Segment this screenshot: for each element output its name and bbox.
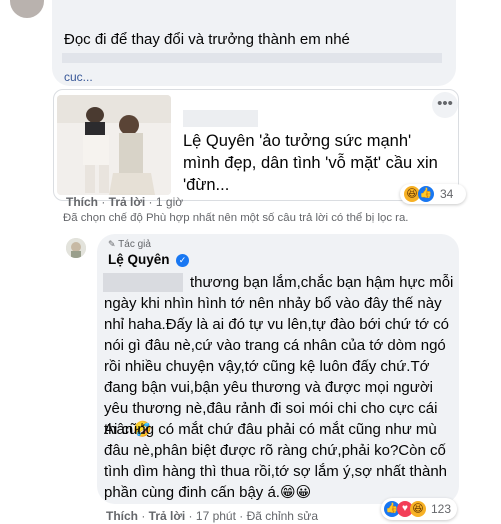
reaction-count: 34 [440, 187, 454, 201]
reply-reaction-count: 123 [431, 502, 452, 516]
reply-timestamp[interactable]: 17 phút [196, 509, 236, 523]
reply-text-paragraph-2: Ai cũng có mắt chứ đâu phải có mắt cũng … [104, 421, 448, 501]
redacted-link-text [62, 53, 442, 63]
author-name[interactable]: Lệ Quyên [108, 252, 170, 267]
reply-text-paragraph-1: thương bạn lắm,chắc bạn hậm hực mỗi ngày… [104, 274, 454, 438]
filter-note: Đã chọn chế độ Phù hợp nhất nên một số c… [63, 212, 409, 224]
reply-like-link[interactable]: Thích [106, 509, 138, 523]
reply-actions: Thích · Trả lời · 17 phút · Đã chỉnh sửa [106, 509, 318, 523]
separator: · [138, 509, 149, 523]
reply-reply-link[interactable]: Trả lời [149, 509, 186, 523]
separator: · [235, 509, 247, 523]
author-badge-label: Tác giả [118, 239, 151, 250]
author-avatar[interactable] [66, 238, 86, 258]
separator: · [185, 509, 196, 523]
reply-link[interactable]: Trả lời [109, 195, 146, 209]
reaction-summary[interactable]: 😆 👍 34 [400, 184, 466, 204]
author-badge-icon: ✎ [108, 239, 116, 249]
like-link[interactable]: Thích [66, 195, 98, 209]
redacted-source-name [183, 110, 258, 127]
comment-actions: Thích · Trả lời · 1 giờ [66, 195, 183, 209]
ellipsis-icon[interactable]: ••• [432, 92, 458, 118]
comment-timestamp[interactable]: 1 giờ [156, 195, 183, 209]
commenter-avatar[interactable] [10, 0, 44, 18]
verified-badge-icon: ✓ [176, 254, 189, 267]
top-comment-text: Đọc đi để thay đổi và trưởng thành em nh… [64, 31, 350, 48]
see-more-link[interactable]: cuc... [64, 70, 93, 84]
link-preview-thumbnail[interactable] [57, 95, 171, 195]
author-badge: ✎ Tác giả [108, 239, 151, 250]
separator: · [145, 195, 156, 209]
haha-icon: 😆 [410, 501, 426, 517]
edited-label[interactable]: Đã chỉnh sửa [247, 509, 318, 523]
separator: · [98, 195, 109, 209]
like-icon: 👍 [418, 186, 434, 202]
reply-reaction-summary[interactable]: 👍 ♥ 😆 123 [381, 498, 457, 520]
